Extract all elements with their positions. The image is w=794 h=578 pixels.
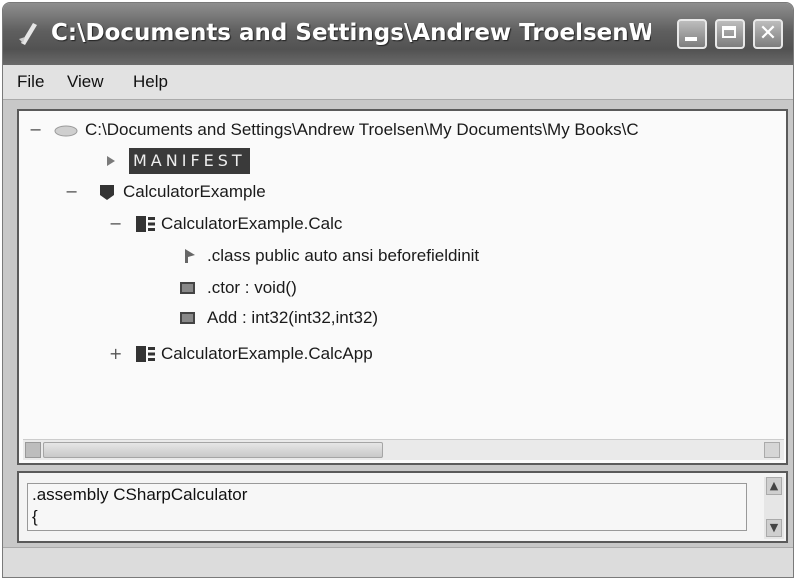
title-bar[interactable]: C:\Documents and Settings\Andrew Troelse… (3, 3, 793, 65)
tree-row-class-directive[interactable]: .class public auto ansi beforefieldinit (19, 243, 619, 269)
tree-view[interactable]: − C:\Documents and Settings\Andrew Troel… (17, 109, 788, 465)
assembly-root-icon (54, 125, 78, 137)
code-pane[interactable]: .assembly CSharpCalculator { ▲ ▼ (17, 471, 788, 543)
code-text[interactable]: .assembly CSharpCalculator { (27, 483, 747, 531)
app-icon (19, 23, 37, 45)
collapse-icon[interactable]: − (65, 184, 78, 200)
maximize-icon (722, 26, 736, 38)
collapse-icon[interactable]: − (29, 122, 42, 138)
expand-icon[interactable]: + (109, 346, 122, 362)
scroll-down-icon[interactable]: ▼ (766, 519, 782, 537)
tree-row-manifest[interactable]: MANIFEST (19, 148, 319, 174)
vertical-scrollbar[interactable]: ▲ ▼ (764, 477, 784, 539)
menu-bar: File View Help (3, 65, 793, 100)
manifest-label: MANIFEST (129, 148, 250, 174)
collapse-icon[interactable]: − (109, 216, 122, 232)
tree-row-add[interactable]: Add : int32(int32,int32) (19, 305, 519, 331)
minimize-icon (685, 37, 697, 41)
tree-row-ctor[interactable]: .ctor : void() (19, 275, 419, 301)
class-directive-label: .class public auto ansi beforefieldinit (207, 246, 480, 265)
status-bar (3, 547, 793, 577)
scroll-thumb[interactable] (43, 442, 383, 458)
tree-row-namespace[interactable]: − CalculatorExample (19, 179, 419, 205)
close-button[interactable]: ✕ (753, 19, 783, 49)
class-calcapp-label: CalculatorExample.CalcApp (161, 344, 373, 363)
menu-help[interactable]: Help (133, 70, 168, 94)
close-icon: ✕ (758, 21, 778, 46)
menu-file[interactable]: File (17, 70, 44, 94)
add-method-label: Add : int32(int32,int32) (207, 308, 379, 327)
class-calc-label: CalculatorExample.Calc (161, 214, 343, 233)
namespace-icon (100, 185, 114, 200)
manifest-icon (107, 156, 115, 166)
namespace-label: CalculatorExample (123, 182, 266, 201)
tree-row-class-calc[interactable]: − CalculatorExample.Calc (19, 211, 519, 237)
directive-icon (185, 249, 195, 263)
method-icon (180, 282, 195, 294)
class-icon (136, 346, 155, 362)
ctor-label: .ctor : void() (207, 278, 297, 297)
window-title: C:\Documents and Settings\Andrew Troelse… (51, 20, 651, 46)
scroll-right-button[interactable] (764, 442, 780, 458)
minimize-button[interactable] (677, 19, 707, 49)
class-icon (136, 216, 155, 232)
method-icon (180, 312, 195, 324)
maximize-button[interactable] (715, 19, 745, 49)
menu-view[interactable]: View (67, 70, 104, 94)
horizontal-scrollbar[interactable] (23, 439, 784, 460)
scroll-up-icon[interactable]: ▲ (766, 477, 782, 495)
code-line-1: .assembly CSharpCalculator (32, 485, 248, 504)
tree-row-class-calcapp[interactable]: + CalculatorExample.CalcApp (19, 341, 519, 367)
scroll-left-button[interactable] (25, 442, 41, 458)
code-line-2: { (32, 507, 38, 526)
root-path-label: C:\Documents and Settings\Andrew Troelse… (85, 120, 639, 139)
app-window: C:\Documents and Settings\Andrew Troelse… (2, 2, 794, 578)
tree-row-root[interactable]: − C:\Documents and Settings\Andrew Troel… (19, 117, 784, 143)
